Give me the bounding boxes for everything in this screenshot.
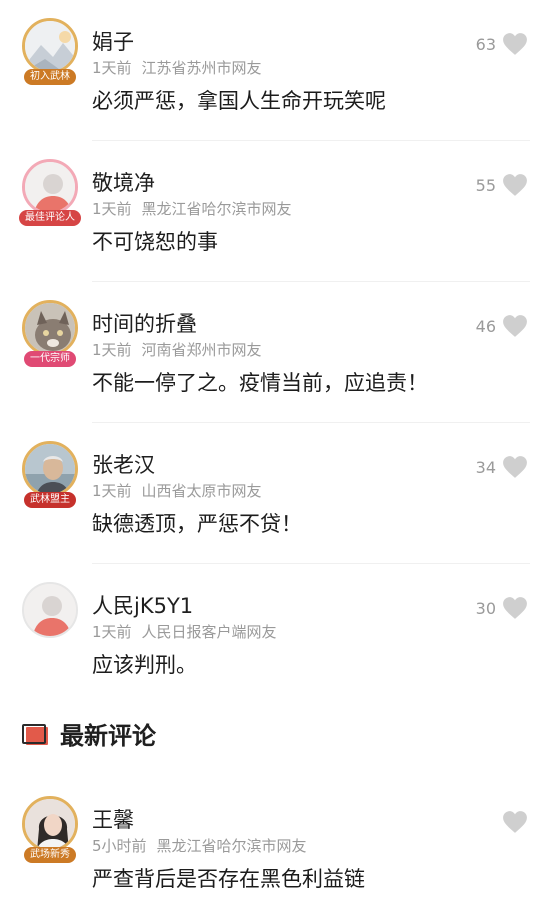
comment-meta: 5小时前 黑龙江省哈尔滨市网友: [92, 836, 307, 856]
comment-meta: 1天前 山西省太原市网友: [92, 481, 262, 501]
user-level-badge: 一代宗师: [24, 351, 76, 367]
user-location: 人民日报客户端网友: [141, 623, 277, 641]
timestamp: 5小时前: [92, 837, 147, 855]
comment-text: 不可饶恕的事: [92, 230, 218, 254]
comment-meta: 1天前 江苏省苏州市网友: [92, 58, 262, 78]
user-location: 黑龙江省哈尔滨市网友: [141, 200, 292, 218]
username[interactable]: 敬境净: [92, 169, 155, 197]
user-location: 黑龙江省哈尔滨市网友: [156, 837, 307, 855]
timestamp: 1天前: [92, 482, 132, 500]
comment-text: 不能一停了之。疫情当前，应追责！: [92, 371, 428, 395]
default-user-avatar-icon: [22, 582, 78, 638]
avatar[interactable]: 最佳评论人: [14, 155, 86, 233]
latest-comments-header: 最新评论: [22, 718, 156, 754]
comment-text: 缺德透顶，严惩不贷！: [92, 512, 302, 536]
like-count: 30: [475, 598, 496, 618]
username[interactable]: 王馨: [92, 806, 134, 834]
like-button[interactable]: 30: [476, 596, 528, 620]
user-location: 山西省太原市网友: [141, 482, 262, 500]
username[interactable]: 张老汉: [92, 451, 155, 479]
heart-icon[interactable]: [502, 314, 528, 338]
user-level-badge: 武林盟主: [24, 492, 76, 508]
comment-text: 必须严惩，拿国人生命开玩笑呢: [92, 89, 386, 113]
username[interactable]: 人民jK5Y1: [92, 592, 193, 620]
avatar[interactable]: [14, 578, 86, 656]
timestamp: 1天前: [92, 341, 132, 359]
heart-icon[interactable]: [502, 810, 528, 834]
heart-icon[interactable]: [502, 455, 528, 479]
comment-meta: 1天前 人民日报客户端网友: [92, 622, 277, 642]
timestamp: 1天前: [92, 200, 132, 218]
user-location: 河南省郑州市网友: [141, 341, 262, 359]
avatar[interactable]: 一代宗师: [14, 296, 86, 374]
like-count: 34: [475, 457, 496, 477]
timestamp: 1天前: [92, 623, 132, 641]
comment-meta: 1天前 河南省郑州市网友: [92, 340, 262, 360]
heart-icon[interactable]: [502, 32, 528, 56]
like-count: 46: [475, 316, 496, 336]
comment-item: 武林盟主 张老汉 1天前 山西省太原市网友 缺德透顶，严惩不贷！ 34: [0, 423, 550, 564]
like-button[interactable]: 55: [476, 173, 528, 197]
like-count: 55: [475, 175, 496, 195]
timestamp: 1天前: [92, 59, 132, 77]
comment-item: 人民jK5Y1 1天前 人民日报客户端网友 应该判刑。 30: [0, 564, 550, 705]
comment-item: 一代宗师 时间的折叠 1天前 河南省郑州市网友 不能一停了之。疫情当前，应追责！ …: [0, 282, 550, 423]
section-title: 最新评论: [60, 722, 156, 750]
comment-item: 最佳评论人 敬境净 1天前 黑龙江省哈尔滨市网友 不可饶恕的事 55: [0, 141, 550, 282]
comment-icon: [22, 724, 48, 745]
heart-icon[interactable]: [502, 173, 528, 197]
avatar[interactable]: 初入武林: [14, 14, 86, 92]
like-button[interactable]: 34: [476, 455, 528, 479]
comment-item: 初入武林 娟子 1天前 江苏省苏州市网友 必须严惩，拿国人生命开玩笑呢 63: [0, 0, 550, 141]
username[interactable]: 娟子: [92, 28, 134, 56]
comment-text: 严查背后是否存在黑色利益链: [92, 867, 365, 891]
comment-meta: 1天前 黑龙江省哈尔滨市网友: [92, 199, 292, 219]
like-button[interactable]: [496, 810, 528, 834]
comment-item: 武场新秀 王馨 5小时前 黑龙江省哈尔滨市网友 严查背后是否存在黑色利益链: [0, 778, 550, 919]
cat-avatar-icon: [22, 300, 78, 356]
landscape-avatar-icon: [22, 18, 78, 74]
user-level-badge: 最佳评论人: [19, 210, 81, 226]
comment-text: 应该判刑。: [92, 653, 197, 677]
username[interactable]: 时间的折叠: [92, 310, 197, 338]
avatar[interactable]: 武场新秀: [14, 792, 86, 870]
user-level-badge: 初入武林: [24, 69, 76, 85]
user-level-badge: 武场新秀: [24, 847, 76, 863]
like-count: 63: [475, 34, 496, 54]
avatar[interactable]: 武林盟主: [14, 437, 86, 515]
default-user-avatar-icon: [22, 159, 78, 215]
like-button[interactable]: 46: [476, 314, 528, 338]
like-button[interactable]: 63: [476, 32, 528, 56]
woman-portrait-avatar-icon: [22, 796, 78, 852]
elder-portrait-avatar-icon: [22, 441, 78, 497]
user-location: 江苏省苏州市网友: [141, 59, 262, 77]
heart-icon[interactable]: [502, 596, 528, 620]
